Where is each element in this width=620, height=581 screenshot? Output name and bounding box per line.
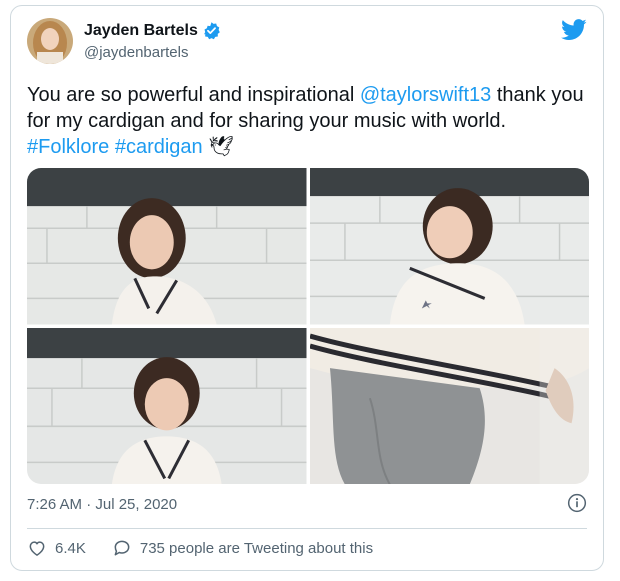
like-count: 6.4K [55, 539, 86, 557]
hashtag-link-cardigan[interactable]: #cardigan [115, 136, 203, 158]
mention-link[interactable]: @taylorswift13 [360, 84, 491, 106]
photo-4[interactable] [309, 327, 589, 484]
tweet-card[interactable]: Jayden Bartels @jaydenbartels You are so… [10, 5, 604, 571]
speech-bubble-icon [114, 540, 130, 556]
info-icon[interactable] [567, 493, 587, 518]
action-bar: 6.4K 735 people are Tweeting about this [27, 538, 399, 558]
dove-emoji: 🕊 [208, 136, 234, 158]
timestamp[interactable]: 7:26 AM · Jul 25, 2020 [27, 496, 177, 513]
photo-1[interactable] [27, 168, 307, 325]
avatar[interactable] [27, 18, 73, 64]
photo-grid [27, 168, 589, 484]
tweet-text: You are so powerful and inspirational @t… [27, 82, 597, 160]
heart-icon [29, 541, 45, 556]
conversation-button[interactable]: 735 people are Tweeting about this [112, 538, 373, 558]
like-button[interactable]: 6.4K [27, 538, 86, 558]
handle[interactable]: @jaydenbartels [84, 44, 188, 61]
twitter-bird-icon[interactable] [561, 19, 587, 46]
photo-3[interactable] [27, 327, 307, 484]
conversation-count: 735 people are Tweeting about this [139, 539, 374, 557]
display-name[interactable]: Jayden Bartels [84, 22, 198, 40]
divider [27, 528, 587, 529]
tweet-text-part: You are so powerful and inspirational [27, 84, 360, 106]
hashtag-link-folklore[interactable]: #Folklore [27, 136, 109, 158]
photo-2[interactable] [309, 168, 589, 325]
verified-badge-icon [202, 21, 221, 40]
